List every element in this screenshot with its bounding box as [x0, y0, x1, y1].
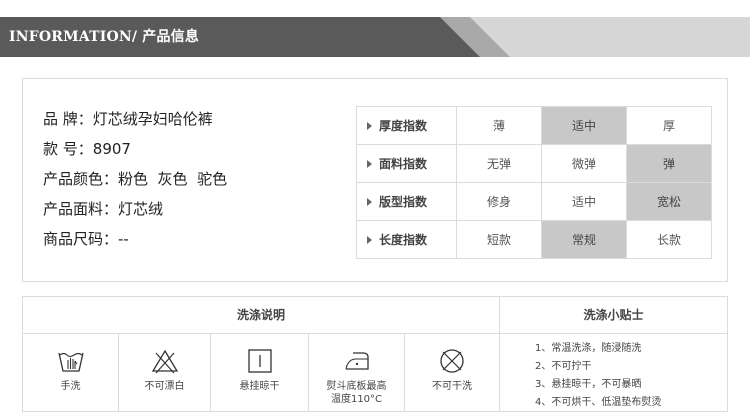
index-option: 适中 — [541, 106, 627, 145]
index-row: 厚度指数 薄适中厚 — [356, 106, 712, 145]
index-option: 短款 — [456, 220, 542, 259]
index-option: 长款 — [626, 220, 712, 259]
info-color-value: 粉色 灰色 驼色 — [118, 170, 228, 188]
wash-caption: 熨斗底板最高 温度110°C — [309, 380, 404, 406]
index-option: 薄 — [456, 106, 542, 145]
no-bleach-icon — [151, 349, 178, 374]
wash-tip: 1、常温洗涤，随浸随洗 — [535, 343, 642, 354]
index-option: 弹 — [626, 144, 712, 183]
index-row: 长度指数 短款 常规 长款 — [356, 220, 712, 259]
index-row-label: 版型指数 — [356, 182, 457, 221]
index-row-label: 长度指数 — [356, 220, 457, 259]
index-option: 微弹 — [541, 144, 627, 183]
index-row: 版型指数 修身 适中 宽松 — [356, 182, 712, 221]
info-model-value: 8907 — [92, 140, 131, 158]
info-model-label: 款 号： — [43, 140, 93, 158]
info-size-value: -- — [118, 230, 129, 248]
info-color: 产品颜色：粉色 灰色 驼色 — [43, 164, 227, 194]
wash-tip: 2、不可拧干 — [535, 361, 592, 372]
index-row: 面料指数 无弹 微弹弹 — [356, 144, 712, 183]
triangle-right-icon — [367, 159, 372, 168]
triangle-right-icon — [367, 235, 372, 244]
wash-tips-title: 洗涤小贴士 — [500, 297, 727, 334]
wash-instructions-title: 洗涤说明 — [23, 297, 500, 334]
info-model: 款 号：8907 — [43, 134, 227, 164]
triangle-right-icon — [367, 121, 372, 130]
info-color-label: 产品颜色： — [43, 170, 119, 188]
section-header: INFORMATION/ 产品信息 — [0, 17, 750, 57]
info-brand-label: 品 牌： — [43, 110, 93, 128]
index-row-name: 厚度指数 — [379, 119, 428, 133]
iron-icon — [344, 352, 369, 370]
index-option: 厚 — [626, 106, 712, 145]
wash-item-iron: 熨斗底板最高 温度110°C — [309, 334, 405, 411]
wash-caption: 手洗 — [60, 381, 81, 392]
info-fabric: 产品面料：灯芯绒 — [43, 194, 227, 224]
hang-dry-icon — [247, 349, 272, 373]
index-table: 厚度指数薄适中厚面料指数 无弹 微弹弹版型指数 修身 适中 宽松 长度指数 短款 常规 长款 — [356, 106, 712, 259]
info-size-label: 商品尺码： — [43, 230, 119, 248]
index-row-label: 面料指数 — [356, 144, 457, 183]
info-fabric-value: 灯芯绒 — [118, 200, 164, 218]
index-row-label: 厚度指数 — [356, 106, 457, 145]
wash-item-hand-wash: 手洗 — [23, 334, 119, 411]
no-dry-clean-icon — [440, 349, 464, 373]
section-title-en: INFORMATION/ — [9, 29, 138, 45]
index-row-name: 长度指数 — [379, 233, 428, 247]
triangle-right-icon — [367, 197, 372, 206]
wash-caption: 不可漂白 — [144, 381, 185, 392]
section-title: INFORMATION/ 产品信息 — [9, 17, 199, 57]
index-option: 修身 — [456, 182, 542, 221]
index-option: 宽松 — [626, 182, 712, 221]
wash-tips-list: 1、常温洗涤，随浸随洗 2、不可拧干 3、悬挂晾干，不可暴晒 4、不可烘干、低温… — [501, 334, 727, 411]
wash-caption-line1: 熨斗底板最高 — [326, 381, 387, 392]
index-option: 常规 — [541, 220, 627, 259]
info-brand-value: 灯芯绒孕妇哈伦裤 — [92, 110, 213, 128]
info-brand: 品 牌：灯芯绒孕妇哈伦裤 — [43, 104, 227, 134]
info-size: 商品尺码：-- — [43, 224, 227, 254]
index-row-name: 版型指数 — [379, 195, 428, 209]
index-option: 无弹 — [456, 144, 542, 183]
wash-caption: 悬挂晾干 — [239, 381, 280, 392]
index-row-name: 面料指数 — [379, 157, 428, 171]
wash-item-hang-dry: 悬挂晾干 — [211, 334, 309, 411]
product-info-list: 品 牌：灯芯绒孕妇哈伦裤 款 号：8907 产品颜色：粉色 灰色 驼色 产品面料… — [43, 104, 227, 254]
info-fabric-label: 产品面料： — [43, 200, 119, 218]
wash-item-no-bleach: 不可漂白 — [119, 334, 211, 411]
wash-section: 洗涤说明 洗涤小贴士 手洗 不可漂白 悬挂晾干 熨斗底板最高 温度110°C 不… — [22, 296, 728, 412]
wash-caption-line2: 温度110°C — [330, 394, 383, 405]
wash-icon-row: 手洗 不可漂白 悬挂晾干 熨斗底板最高 温度110°C 不可干洗 — [23, 334, 500, 411]
index-option: 适中 — [541, 182, 627, 221]
hand-wash-icon — [57, 352, 84, 372]
wash-tip: 4、不可烘干、低温垫布熨烫 — [535, 397, 662, 408]
wash-item-no-dry-clean: 不可干洗 — [405, 334, 499, 411]
wash-caption: 不可干洗 — [432, 381, 472, 392]
wash-tip: 3、悬挂晾干，不可暴晒 — [535, 379, 642, 390]
section-title-cn: 产品信息 — [137, 29, 200, 45]
